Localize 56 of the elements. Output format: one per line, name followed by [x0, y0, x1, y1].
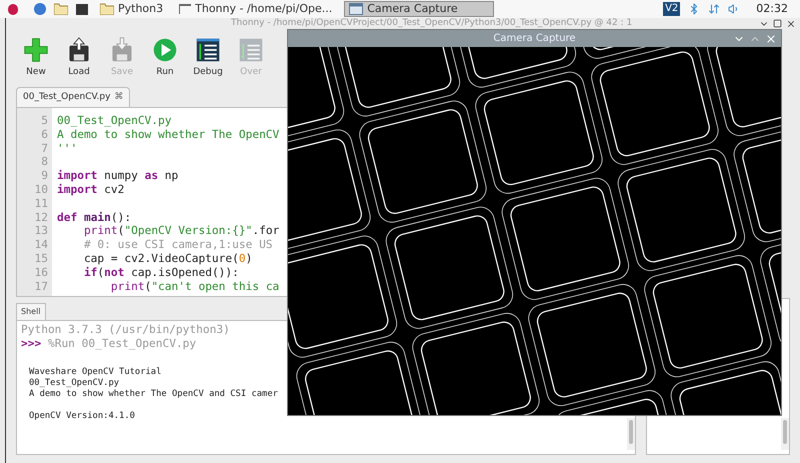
line-number: 8: [40, 155, 48, 170]
maximize-icon[interactable]: [773, 19, 782, 28]
toolbar-button[interactable]: New: [18, 37, 54, 85]
toolbar-button[interactable]: Load: [61, 37, 97, 85]
vnc-icon[interactable]: V2: [663, 2, 680, 16]
scrollbar[interactable]: [781, 418, 789, 450]
line-number: 7: [40, 142, 48, 156]
shell-output-line: 00_Test_OpenCV.py: [29, 378, 120, 389]
shell-output-line: A demo to show whether The OpenCV and CSI camer: [29, 389, 279, 400]
code-line: A demo to show whether The OpenCV: [57, 128, 280, 141]
play-icon: [152, 37, 178, 63]
camera-window-title: Camera Capture: [493, 32, 576, 46]
taskbar-button[interactable]: Camera Capture: [344, 1, 494, 17]
code-line: print("OpenCV Version:{}".for: [82, 224, 280, 238]
line-number: 10: [34, 182, 48, 197]
toolbar-button[interactable]: Debug: [190, 37, 226, 85]
shell-version-label: Python 3.7.3 (/usr/bin/python3): [21, 323, 231, 337]
line-number: 15: [34, 252, 48, 266]
line-number: 17: [34, 280, 48, 294]
window-title: Thonny - /home/pi/OpenCVProject/00_Test_OpenCV/Python3/00_Test_OpenCV.py @ 42 : 1: [230, 18, 632, 29]
close-icon[interactable]: [786, 18, 796, 28]
editor-tab[interactable]: 00_Test_OpenCV.py ⌘: [16, 87, 130, 107]
code-line: import cv2: [57, 182, 124, 196]
line-number: 16: [34, 266, 48, 280]
plus-icon: [23, 37, 49, 63]
clock: 02:32: [756, 0, 788, 17]
network-arrows-icon[interactable]: [708, 3, 720, 15]
list-step-icon: [238, 37, 264, 63]
list-bug-icon: [195, 37, 221, 63]
shell-output-line: Waveshare OpenCV Tutorial: [29, 367, 162, 378]
code-line: import numpy as np: [57, 169, 178, 182]
code-editor[interactable]: [16, 107, 287, 297]
line-number: 11: [34, 196, 48, 211]
code-line: ''': [57, 142, 78, 155]
line-number: 5: [40, 114, 48, 128]
toolbar-button[interactable]: Run: [147, 37, 183, 85]
line-number: 12: [34, 210, 48, 224]
code-line: def main():: [57, 210, 132, 224]
shell-command: %Run 00_Test_OpenCV.py: [48, 337, 196, 350]
line-number: 6: [40, 128, 48, 142]
window-icon: [349, 3, 364, 15]
shell-tab[interactable]: Shell: [16, 303, 46, 320]
folder-icon: [100, 3, 114, 15]
code-line: print("can't open this ca: [110, 280, 280, 293]
code-line: if(not cap.isOpened()):: [82, 266, 239, 279]
code-line: cap = cv2.VideoCapture(0): [82, 252, 252, 265]
code-line: 00_Test_OpenCV.py: [57, 114, 172, 127]
line-number: 13: [34, 224, 48, 238]
shell-prompt: >>>: [21, 337, 42, 350]
line-number: 9: [40, 169, 48, 183]
line-number: 14: [34, 238, 48, 252]
folder-icon: [54, 3, 68, 15]
code-line: # 0: use CSI camera,1:use US: [82, 238, 273, 252]
shell-output-line: OpenCV Version:4.1.0: [29, 411, 136, 422]
scrollbar[interactable]: [626, 418, 635, 450]
shell-panel[interactable]: Python 3.7.3 (/usr/bin/python3) >>> %Run 00_Test_OpenCV.py Waveshare OpenCV Tutorial 00_Test_OpenCV.py A demo to show whether The OpenCV and CSI camer OpenCV Version:4.1.0: [16, 320, 287, 455]
